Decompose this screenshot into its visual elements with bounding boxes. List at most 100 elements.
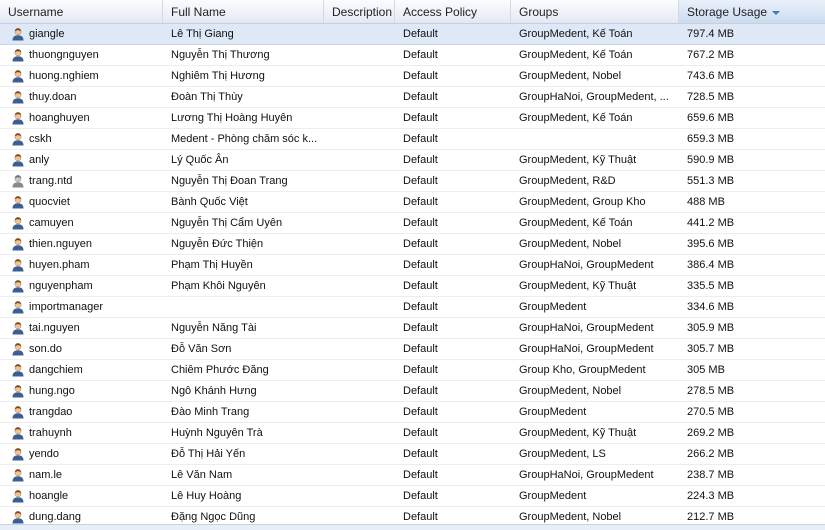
cell-username: huong.nghiem [29, 70, 99, 82]
cell-description [324, 444, 395, 464]
table-row[interactable]: importmanager Default GroupMedent 334.6 MB [0, 297, 825, 318]
table-row[interactable]: trang.ntd Nguyễn Thị Đoan Trang Default Gro… [0, 171, 825, 192]
table-row[interactable]: camuyen Nguyễn Thị Cẩm Uyên Default GroupMe… [0, 213, 825, 234]
cell-groups: GroupHaNoi, GroupMedent, ... [519, 91, 669, 103]
cell-storage-usage: 266.2 MB [687, 448, 735, 460]
cell-full-name: Nguyễn Thị Thương [171, 49, 270, 61]
table-row[interactable]: thuongnguyen Nguyễn Thị Thương Default Grou… [0, 45, 825, 66]
cell-access-policy: Default [403, 301, 438, 313]
cell-groups: GroupMedent [519, 406, 587, 418]
cell-username: yendo [29, 448, 59, 460]
table-row[interactable]: thuy.doan Đoàn Thị Thùy Default GroupHaNoi,… [0, 87, 825, 108]
cell-username: camuyen [29, 217, 74, 229]
cell-username: trangdao [29, 406, 73, 418]
cell-groups: GroupMedent, Kế Toán [519, 49, 633, 61]
table-row[interactable]: dangchiem Chiêm Phước Đăng Default Group Kh… [0, 360, 825, 381]
column-header-username[interactable]: Username [0, 0, 163, 23]
cell-groups: GroupMedent, Kế Toán [519, 217, 633, 229]
table-row[interactable]: quocviet Bành Quốc Việt Default GroupMedent… [0, 192, 825, 213]
cell-access-policy: Default [403, 175, 438, 187]
table-row[interactable]: hoanghuyen Lương Thị Hoàng Huyên Default Gr… [0, 108, 825, 129]
table-row[interactable]: dung.dang Đặng Ngọc Dũng Default GroupMeden… [0, 507, 825, 524]
cell-username: cskh [29, 133, 52, 145]
cell-username: trahuynh [29, 427, 72, 439]
table-row[interactable]: huyen.pham Phạm Thị Huyền Default GroupHaNo… [0, 255, 825, 276]
table-row[interactable]: trahuynh Huỳnh Nguyên Trà Default GroupMede… [0, 423, 825, 444]
horizontal-scrollbar[interactable] [0, 524, 825, 530]
cell-storage-usage: 212.7 MB [687, 511, 735, 523]
cell-storage-usage: 728.5 MB [687, 91, 735, 103]
cell-description [324, 318, 395, 338]
table-row[interactable]: yendo Đỗ Thị Hải Yến Default GroupMedent, L… [0, 444, 825, 465]
cell-groups: GroupMedent, Nobel [519, 70, 622, 82]
table-row[interactable]: nguyenpham Phạm Khôi Nguyên Default GroupMe… [0, 276, 825, 297]
cell-access-policy: Default [403, 322, 438, 334]
cell-access-policy: Default [403, 154, 438, 166]
table-row[interactable]: hoangle Lê Huy Hoàng Default GroupMedent 224… [0, 486, 825, 507]
table-row[interactable]: huong.nghiem Nghiêm Thị Hương Default Group… [0, 66, 825, 87]
cell-description [324, 465, 395, 485]
cell-full-name: Nguyễn Thị Đoan Trang [171, 175, 288, 187]
cell-storage-usage: 551.3 MB [687, 175, 735, 187]
cell-storage-usage: 659.6 MB [687, 112, 735, 124]
cell-full-name: Phạm Khôi Nguyên [171, 280, 266, 292]
column-header-storage-usage[interactable]: Storage Usage [679, 0, 825, 23]
cell-full-name: Ngô Khánh Hưng [171, 385, 257, 397]
cell-storage-usage: 797.4 MB [687, 28, 735, 40]
table-row[interactable]: anly Lý Quốc Ân Default GroupMedent, Kỹ Thu… [0, 150, 825, 171]
cell-groups: GroupMedent, Kỹ Thuật [519, 154, 637, 166]
column-header-access-policy[interactable]: Access Policy [395, 0, 511, 23]
cell-access-policy: Default [403, 259, 438, 271]
cell-groups: GroupMedent, Kỹ Thuật [519, 427, 637, 439]
sort-descending-icon[interactable] [772, 10, 781, 15]
cell-groups: Group Kho, GroupMedent [519, 364, 646, 376]
table-row[interactable]: hung.ngo Ngô Khánh Hưng Default GroupMedent… [0, 381, 825, 402]
column-header-description[interactable]: Description [324, 0, 395, 23]
cell-storage-usage: 305.7 MB [687, 343, 735, 355]
table-row[interactable]: tai.nguyen Nguyễn Năng Tài Default GroupHaN… [0, 318, 825, 339]
cell-full-name: Đoàn Thị Thùy [171, 91, 243, 103]
cell-description [324, 129, 395, 149]
cell-description [324, 24, 395, 44]
cell-groups: GroupMedent, Nobel [519, 238, 622, 250]
cell-storage-usage: 238.7 MB [687, 469, 735, 481]
cell-username: quocviet [29, 196, 70, 208]
cell-storage-usage: 335.5 MB [687, 280, 735, 292]
column-header-groups[interactable]: Groups [511, 0, 679, 23]
cell-description [324, 66, 395, 86]
table-row[interactable]: trangdao Đào Minh Trang Default GroupMedent… [0, 402, 825, 423]
cell-description [324, 255, 395, 275]
cell-groups [511, 129, 679, 149]
cell-storage-usage: 305 MB [687, 364, 725, 376]
cell-username: son.do [29, 343, 63, 355]
table-row[interactable]: giangle Lê Thị Giang Default GroupMedent, K… [0, 24, 825, 45]
cell-storage-usage: 278.5 MB [687, 385, 735, 397]
cell-groups: GroupMedent, Kế Toán [519, 28, 633, 40]
table-row[interactable]: thien.nguyen Nguyễn Đức Thiện Default Group… [0, 234, 825, 255]
cell-description [324, 171, 395, 191]
cell-access-policy: Default [403, 385, 438, 397]
cell-access-policy: Default [403, 448, 438, 460]
cell-groups: GroupMedent, Group Kho [519, 196, 646, 208]
cell-description [324, 213, 395, 233]
cell-username: thuongnguyen [29, 49, 99, 61]
cell-access-policy: Default [403, 343, 438, 355]
cell-description [324, 234, 395, 254]
cell-full-name: Phạm Thị Huyền [171, 259, 253, 271]
column-header-full-name[interactable]: Full Name [163, 0, 324, 23]
cell-groups: GroupMedent [519, 301, 587, 313]
cell-full-name: Medent - Phòng chăm sóc k... [171, 133, 318, 145]
cell-full-name: Huỳnh Nguyên Trà [171, 427, 263, 439]
cell-description [324, 381, 395, 401]
cell-full-name [163, 297, 324, 317]
cell-full-name: Nguyễn Thị Cẩm Uyên [171, 217, 283, 229]
cell-access-policy: Default [403, 28, 438, 40]
table-row[interactable]: nam.le Lê Văn Nam Default GroupHaNoi, Group… [0, 465, 825, 486]
cell-storage-usage: 224.3 MB [687, 490, 735, 502]
table-row[interactable]: cskh Medent - Phòng chăm sóc k... Default 6… [0, 129, 825, 150]
cell-full-name: Đỗ Thị Hải Yến [171, 448, 246, 460]
cell-username: giangle [29, 28, 65, 40]
table-row[interactable]: son.do Đỗ Văn Sơn Default GroupHaNoi, Group… [0, 339, 825, 360]
cell-storage-usage: 488 MB [687, 196, 725, 208]
cell-username: importmanager [29, 301, 103, 313]
